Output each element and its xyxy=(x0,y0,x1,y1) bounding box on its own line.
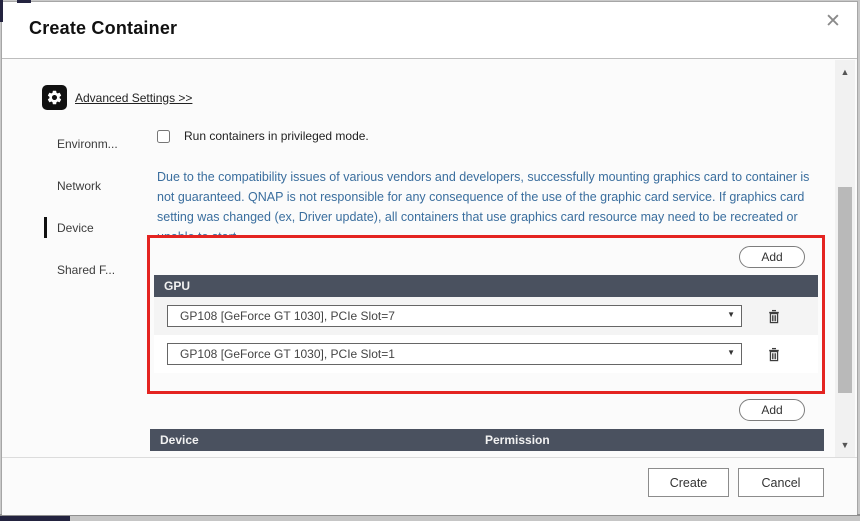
sidebar: Environm... Network Device Shared F... xyxy=(42,130,142,298)
privileged-mode-row: Run containers in privileged mode. xyxy=(157,127,825,145)
create-container-dialog: Create Container ✕ Advanced Settings >> … xyxy=(1,1,858,514)
vertical-scrollbar[interactable]: ▲ ▼ xyxy=(835,60,855,457)
advanced-settings-link[interactable]: Advanced Settings >> xyxy=(75,91,192,105)
background-fragment xyxy=(17,0,31,3)
device-table-header: Device Permission xyxy=(150,429,824,451)
privileged-mode-label: Run containers in privileged mode. xyxy=(184,129,369,143)
sidebar-item-environment[interactable]: Environm... xyxy=(42,130,142,158)
sidebar-item-network[interactable]: Network xyxy=(42,172,142,200)
gpu-add-button[interactable]: Add xyxy=(739,246,805,268)
gpu-row: GP108 [GeForce GT 1030], PCIe Slot=1 ▼ xyxy=(154,335,818,373)
trash-icon xyxy=(766,308,782,325)
dialog-header: Create Container ✕ xyxy=(2,2,857,59)
device-add-button[interactable]: Add xyxy=(739,399,805,421)
delete-gpu-button[interactable] xyxy=(764,344,784,364)
dialog-footer: Create Cancel xyxy=(2,458,857,515)
privileged-mode-checkbox[interactable] xyxy=(157,130,170,143)
screen: Create Container ✕ Advanced Settings >> … xyxy=(0,0,860,521)
gpu-select-2[interactable]: GP108 [GeForce GT 1030], PCIe Slot=1 xyxy=(167,343,742,365)
permission-column-header: Permission xyxy=(485,429,550,451)
background-fragment xyxy=(0,0,3,22)
background-fragment xyxy=(0,516,70,521)
create-button[interactable]: Create xyxy=(648,468,729,497)
advanced-settings-row: Advanced Settings >> xyxy=(42,85,192,110)
device-column-header: Device xyxy=(150,429,485,451)
gpu-select-1[interactable]: GP108 [GeForce GT 1030], PCIe Slot=7 xyxy=(167,305,742,327)
gpu-section-highlight: Add GPU GP108 [GeForce GT 1030], PCIe Sl… xyxy=(147,235,825,394)
dialog-title: Create Container xyxy=(29,18,177,39)
scroll-down-icon[interactable]: ▼ xyxy=(835,435,855,455)
trash-icon xyxy=(766,346,782,363)
gpu-table-header: GPU xyxy=(154,275,818,297)
scroll-up-icon[interactable]: ▲ xyxy=(835,62,855,82)
cancel-button[interactable]: Cancel xyxy=(738,468,824,497)
delete-gpu-button[interactable] xyxy=(764,306,784,326)
background-strip xyxy=(0,514,860,521)
sidebar-item-shared-folders[interactable]: Shared F... xyxy=(42,256,142,284)
gear-icon xyxy=(42,85,67,110)
sidebar-item-device[interactable]: Device xyxy=(42,214,142,242)
selected-indicator xyxy=(44,217,47,238)
gpu-row: GP108 [GeForce GT 1030], PCIe Slot=7 ▼ xyxy=(154,297,818,335)
scrollbar-thumb[interactable] xyxy=(838,187,852,393)
device-panel: Run containers in privileged mode. Due t… xyxy=(147,127,825,247)
close-icon[interactable]: ✕ xyxy=(822,11,844,33)
